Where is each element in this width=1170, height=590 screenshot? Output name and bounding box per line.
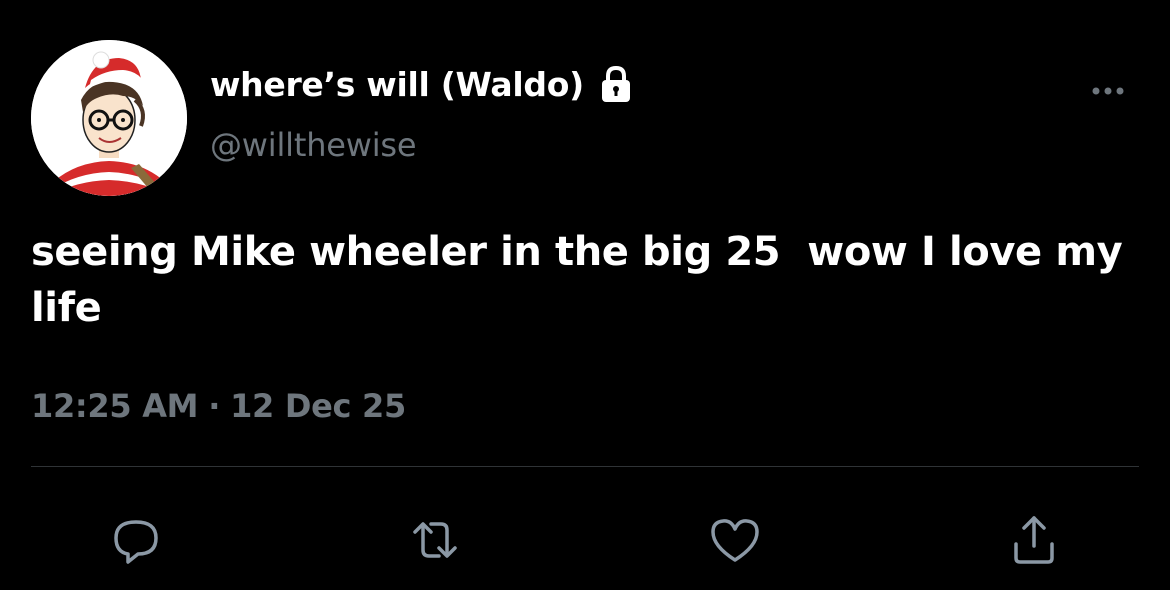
username-handle[interactable]: @willthewise (210, 126, 417, 164)
waldo-avatar-icon (31, 40, 187, 196)
retweet-button[interactable] (405, 510, 465, 570)
tweet-time: 12:25 AM (31, 387, 199, 425)
reply-icon (114, 520, 158, 564)
heart-icon (711, 519, 759, 562)
meta-separator: · (208, 387, 221, 425)
display-name-row: where’s will (Waldo) (210, 62, 636, 106)
tweet: where’s will (Waldo) @willthewise seeing… (0, 0, 1170, 590)
more-icon[interactable] (1083, 76, 1133, 106)
tweet-text: seeing Mike wheeler in the big 25 wow I … (31, 229, 1136, 331)
reply-button[interactable] (106, 510, 166, 570)
avatar[interactable] (31, 40, 187, 196)
lock-icon (596, 64, 636, 104)
divider (31, 466, 1139, 467)
display-name[interactable]: where’s will (Waldo) (210, 65, 584, 104)
tweet-date: 12 Dec 25 (230, 387, 406, 425)
tweet-timestamp[interactable]: 12:25 AM · 12 Dec 25 (31, 387, 406, 425)
share-icon (1014, 516, 1054, 564)
share-button[interactable] (1004, 510, 1064, 570)
retweet-icon (413, 522, 457, 558)
like-button[interactable] (705, 510, 765, 570)
